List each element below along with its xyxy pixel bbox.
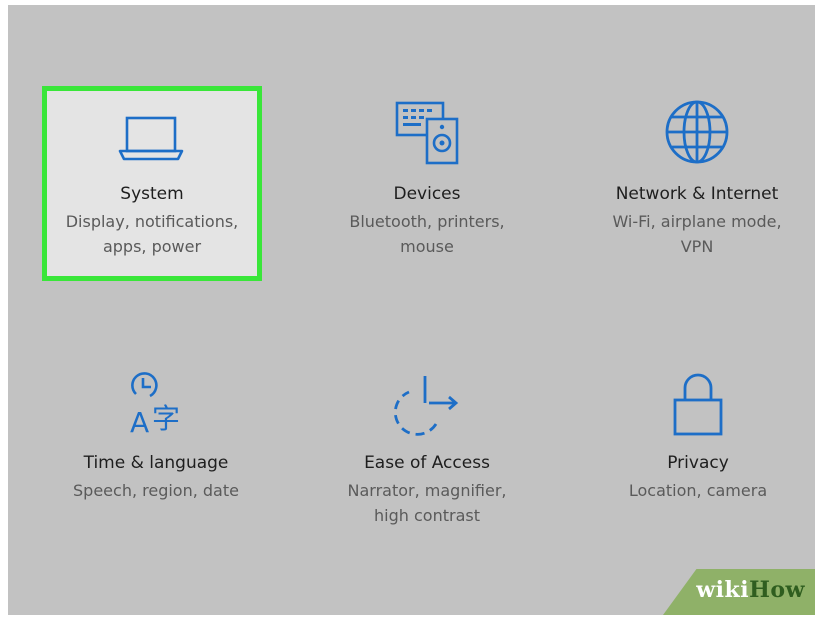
tile-desc: Narrator, magnifier, [347, 481, 507, 500]
tile-title: Ease of Access [364, 453, 490, 473]
tile-privacy[interactable]: Privacy Location, camera [588, 370, 808, 530]
tile-desc: Display, notifications, [65, 212, 239, 231]
watermark-how: How [749, 577, 805, 603]
tile-ease-of-access[interactable]: Ease of Access Narrator, magnifier, high… [317, 370, 537, 550]
tile-desc: high contrast [374, 506, 480, 525]
tile-devices[interactable]: Devices Bluetooth, printers, mouse [317, 97, 537, 277]
globe-icon [665, 100, 729, 164]
lock-icon [673, 373, 723, 436]
tile-network[interactable]: Network & Internet Wi-Fi, airplane mode,… [587, 97, 807, 277]
tile-title: Time & language [83, 453, 229, 473]
tile-desc: Location, camera [628, 481, 768, 500]
tile-desc: mouse [400, 237, 454, 256]
svg-text:字: 字 [152, 402, 180, 435]
tile-system[interactable]: System Display, notifications, apps, pow… [42, 86, 262, 281]
tile-desc: Wi-Fi, airplane mode, [612, 212, 782, 231]
settings-window: System Display, notifications, apps, pow… [8, 5, 815, 615]
ease-of-access-icon [393, 376, 459, 436]
tile-desc: Bluetooth, printers, [349, 212, 505, 231]
tile-title: Devices [393, 184, 461, 204]
time-language-icon: A 字 [130, 372, 180, 438]
devices-icon [395, 101, 459, 165]
watermark-wiki: wiki [696, 577, 750, 603]
tile-title: Network & Internet [615, 184, 779, 204]
tile-title: Privacy [667, 453, 729, 473]
laptop-icon [118, 116, 184, 161]
watermark-text: wikiHow [696, 577, 805, 603]
tile-desc: apps, power [102, 237, 202, 256]
tile-title: System [120, 184, 184, 204]
svg-text:A: A [130, 406, 149, 438]
tile-desc: Speech, region, date [73, 481, 239, 500]
tile-time-language[interactable]: A 字 Time & language Speech, region, date [46, 370, 266, 530]
tile-desc: VPN [680, 237, 714, 256]
wikihow-watermark: wikiHow [663, 569, 815, 615]
